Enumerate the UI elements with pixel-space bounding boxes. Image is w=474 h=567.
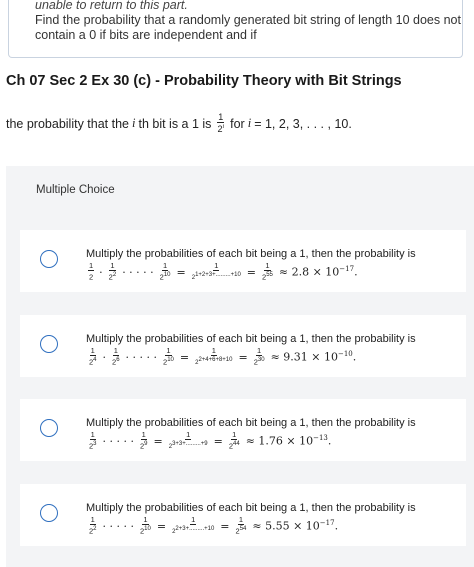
choice-text: Multiply the probabilities of each bit b… xyxy=(86,502,416,514)
choice-formula: 12 · 1 22 · · · · · 1 210 = 1 21+2+3+......… xyxy=(86,262,358,282)
term-1: 1 22 xyxy=(89,515,97,536)
op-dots: · · · · · xyxy=(102,434,134,448)
choice-text: Multiply the probabilities of each bit b… xyxy=(86,417,416,429)
sum-term: 1 22+3+.........+10 xyxy=(172,515,215,536)
term-1: 1 24 xyxy=(89,346,97,367)
radio-button[interactable] xyxy=(40,250,58,268)
approx-value: ≈ 5.55 × 10−17. xyxy=(252,519,339,533)
choice-option-4[interactable]: Multiply the probabilities of each bit b… xyxy=(20,484,466,546)
prompt-var-i: i xyxy=(132,116,136,130)
op-dots: · · · · · xyxy=(102,519,134,533)
prompt-fraction: 1 2i xyxy=(216,113,225,134)
op-dots: · · · · · xyxy=(125,350,158,364)
term-1: 1 23 xyxy=(89,430,97,451)
radio-button[interactable] xyxy=(40,504,58,522)
term-n: 1 210 xyxy=(140,515,151,536)
choice-formula: 1 23 · · · · · 1 29 = 1 23+3+.........+9 = … xyxy=(86,431,331,451)
approx-value: ≈ 1.76 × 10−13. xyxy=(245,434,332,448)
op-equals: = xyxy=(153,434,163,448)
choice-formula: 1 24 · 1 26 · · · · · 1 210 = 1 22+4+6+8+10 … xyxy=(86,347,356,367)
term-n: 1 210 xyxy=(163,346,174,367)
choice-option-2[interactable]: Multiply the probabilities of each bit b… xyxy=(20,315,466,377)
radio-button[interactable] xyxy=(40,419,58,437)
notice-line-2: Find the probability that a randomly gen… xyxy=(35,13,461,27)
choice-option-1[interactable]: Multiply the probabilities of each bit b… xyxy=(20,230,466,292)
prompt-frac-den: 2i xyxy=(217,124,225,134)
notice-line-1: unable to return to this part. xyxy=(35,0,188,12)
op-equals: = xyxy=(246,265,257,279)
sum-term: 1 22+4+6+8+10 xyxy=(195,346,233,367)
approx-value: ≈ 9.31 × 10−10. xyxy=(270,350,357,364)
op-equals: = xyxy=(156,519,167,533)
choice-text: Multiply the probabilities of each bit b… xyxy=(86,333,416,345)
choice-option-3[interactable]: Multiply the probabilities of each bit b… xyxy=(20,399,466,461)
approx-value: ≈ 2.8 × 10−17. xyxy=(278,265,358,279)
previous-part-notice: unable to return to this part. Find the … xyxy=(8,0,463,58)
op-cdot: · xyxy=(99,265,103,279)
prompt-pre: the probability that the xyxy=(6,116,129,131)
term-2: 1 22 xyxy=(108,261,117,282)
op-cdot: · xyxy=(102,350,107,364)
notice-line-3: contain a 0 if bits are independent and … xyxy=(35,28,257,42)
term-1: 12 xyxy=(88,261,95,282)
op-dots: · · · · · xyxy=(122,265,154,279)
op-equals: = xyxy=(179,350,190,364)
prompt-range-var: i xyxy=(247,116,252,130)
prompt-for: for xyxy=(230,116,245,131)
result-term: 1 244 xyxy=(228,430,240,451)
op-equals: = xyxy=(220,519,230,533)
choice-text: Multiply the probabilities of each bit b… xyxy=(86,248,416,260)
op-equals: = xyxy=(176,265,186,279)
term-n: 1 210 xyxy=(159,261,171,282)
multiple-choice-panel: Multiple Choice Multiply the probabiliti… xyxy=(6,166,474,567)
term-n: 1 29 xyxy=(140,430,148,451)
question-prompt: the probability that the i th bit is a 1… xyxy=(6,113,352,134)
prompt-frac-num: 1 xyxy=(217,112,225,123)
result-term: 1 254 xyxy=(235,515,247,536)
radio-button[interactable] xyxy=(40,335,58,353)
result-term: 1 230 xyxy=(253,346,265,367)
page-title: Ch 07 Sec 2 Ex 30 (c) - Probability Theo… xyxy=(6,73,402,89)
term-2: 1 26 xyxy=(112,346,120,367)
prompt-mid: th bit is a 1 is xyxy=(138,116,212,131)
op-equals: = xyxy=(238,350,248,364)
prompt-range: = 1, 2, 3, . . . , 10. xyxy=(254,116,352,131)
sum-term: 1 23+3+.........+9 xyxy=(168,430,208,451)
result-term: 1 255 xyxy=(262,261,273,282)
sum-term: 1 21+2+3+.........+10 xyxy=(191,261,241,282)
choice-formula: 1 22 · · · · · 1 210 = 1 22+3+.........+10 … xyxy=(86,516,338,536)
multiple-choice-label: Multiple Choice xyxy=(36,184,115,196)
op-equals: = xyxy=(213,434,223,448)
